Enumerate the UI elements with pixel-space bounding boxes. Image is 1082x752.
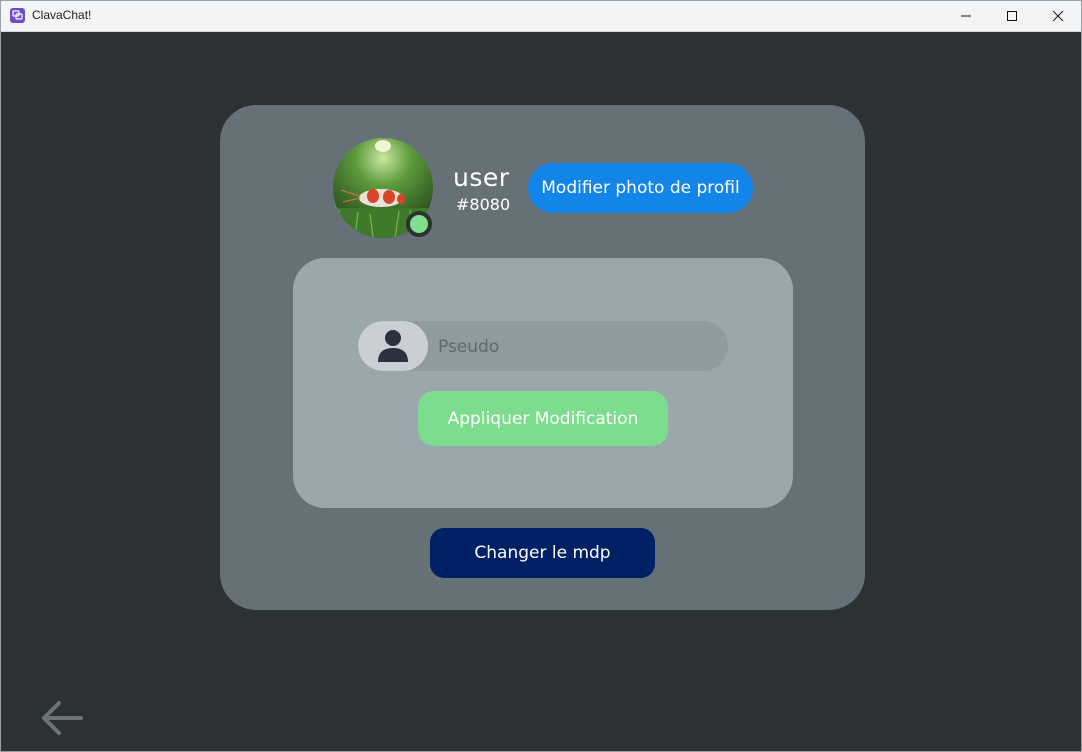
window-title: ClavaChat! <box>32 8 92 22</box>
app-window: ClavaChat! user #8080 Modifier photo de … <box>0 0 1082 752</box>
change-photo-button[interactable]: Modifier photo de profil <box>528 163 753 213</box>
apply-changes-button[interactable]: Appliquer Modification <box>418 391 668 446</box>
back-button[interactable] <box>39 698 85 738</box>
online-status-indicator <box>406 211 432 237</box>
pseudo-form-panel: Appliquer Modification <box>293 258 793 508</box>
minimize-button[interactable] <box>943 1 989 31</box>
maximize-button[interactable] <box>989 1 1035 31</box>
title-bar[interactable]: ClavaChat! <box>1 1 1081 32</box>
close-button[interactable] <box>1035 1 1081 31</box>
maximize-icon <box>1007 11 1017 21</box>
minimize-icon <box>961 15 971 17</box>
pseudo-input[interactable] <box>436 321 720 371</box>
change-password-button[interactable]: Changer le mdp <box>430 528 655 578</box>
clavachat-logo-icon <box>10 8 25 23</box>
pseudo-field[interactable] <box>358 321 728 371</box>
arrow-left-icon <box>42 701 83 735</box>
profile-card: user #8080 Modifier photo de profil Appl… <box>220 105 865 610</box>
close-icon <box>1052 10 1064 22</box>
user-icon <box>358 321 428 371</box>
user-tag: #8080 <box>456 195 511 214</box>
username: user <box>453 163 510 192</box>
